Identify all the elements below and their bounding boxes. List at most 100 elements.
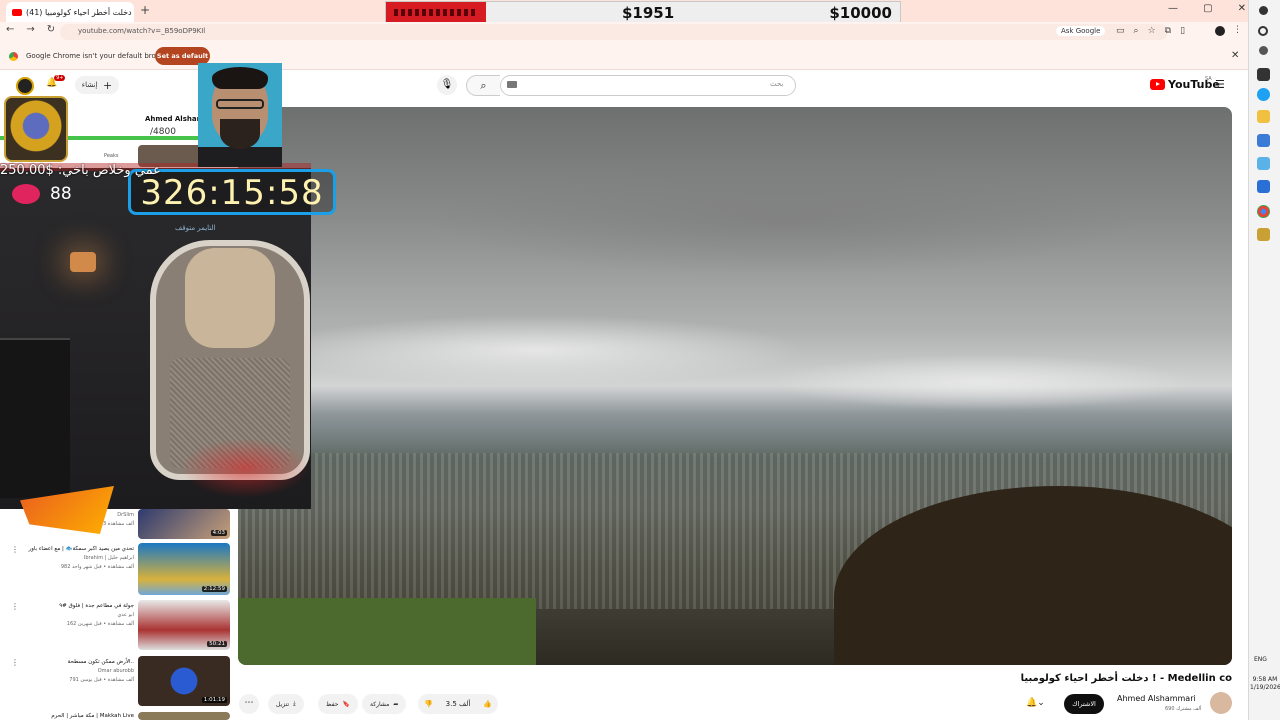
create-button[interactable]: إنشاء + [75, 76, 119, 94]
rec-title: تحدي مين يصيد اكبر سمكة🐟 | مع اعضاء باور [28, 546, 134, 552]
rec-duration: 2:12:59 [201, 586, 227, 592]
notification-count: 9+ [54, 75, 66, 81]
ask-google-button[interactable]: Ask Google [1056, 26, 1106, 36]
search-input[interactable] [500, 75, 796, 96]
rec-channel: Ibrahim | ابراهيم خليل [83, 555, 134, 561]
channel-name[interactable]: Ahmed Alshammari [1117, 694, 1196, 703]
new-tab-icon[interactable]: + [140, 3, 150, 17]
like-count: 3.5 ألف [445, 700, 471, 708]
create-label: إنشاء [81, 81, 98, 89]
video-frame-grass [238, 598, 537, 665]
download-icon: ⤓ [293, 700, 296, 707]
heart-rate-widget: 88 [12, 184, 72, 204]
windows-taskbar [1248, 0, 1280, 720]
share-label: مشاركة [370, 700, 390, 708]
list-item[interactable]: جولة في مطاعم جدة | فلوق #٩ ابو عدي 162 … [12, 602, 134, 629]
clock-time: 9:58 AM [1252, 676, 1278, 683]
maximize-icon[interactable]: ▢ [1203, 3, 1212, 14]
reload-icon[interactable]: ↻ [47, 24, 55, 35]
language-indicator[interactable]: ENG [1254, 656, 1267, 663]
rec-thumbnail[interactable] [138, 712, 230, 720]
sidebar-icon[interactable]: ▯ [1180, 26, 1185, 36]
cast-icon[interactable]: ▭ [1116, 26, 1125, 36]
rec-thumbnail[interactable]: 1:01:19 [138, 656, 230, 706]
streamer-webcam [198, 63, 282, 167]
room-shelf [0, 338, 70, 498]
rec-channel-peaks: Peaks [104, 153, 119, 159]
menu-icon[interactable]: ☰ [1215, 78, 1225, 91]
youtube-favicon-icon [12, 8, 22, 16]
like-icon[interactable]: 👍 [483, 700, 492, 708]
chrome-logo-icon [9, 52, 18, 61]
goal-target-amount: $10000 [829, 4, 892, 22]
infobar-close-icon[interactable]: ✕ [1231, 50, 1239, 61]
system-clock[interactable]: 9:58 AM 1/19/2026 [1250, 676, 1280, 692]
heart-pulse-icon [12, 184, 40, 204]
more-actions-icon[interactable]: ⋯ [239, 694, 259, 714]
chrome-menu-icon[interactable]: ⋮ [1233, 25, 1242, 35]
url-text[interactable]: youtube.com/watch?v=_B59oDP9KIl [78, 27, 205, 35]
heart-rate-value: 88 [50, 184, 72, 204]
rec-meta: 982 ألف مشاهدة • قبل شهر واحد [60, 564, 134, 570]
save-button[interactable]: حفظ 🔖 [318, 694, 358, 714]
address-bar[interactable] [60, 24, 1168, 40]
subscribe-button[interactable]: الاشتراك [1064, 694, 1104, 714]
list-item[interactable]: الأرض ممكن تكون مسطحة.. Omar aburobb 791… [12, 658, 134, 685]
save-label: حفظ [326, 700, 339, 708]
bookmark-star-icon[interactable]: ☆ [1148, 26, 1156, 36]
bookmark-icon: 🔖 [342, 700, 350, 708]
teams-icon[interactable] [1257, 134, 1270, 147]
plus-icon: + [102, 78, 113, 92]
rec-title: جولة في مطاعم جدة | فلوق #٩ [59, 603, 134, 609]
webcam-hair [212, 67, 268, 89]
keyboard-icon[interactable] [507, 81, 517, 88]
rec-thumbnail[interactable]: 50:21 [138, 600, 230, 650]
rec-meta: 162 ألف مشاهدة • قبل شهرين [66, 621, 134, 627]
zoom-icon[interactable]: ⌕ [1134, 26, 1139, 36]
donation-alert: 250.00$ :عمي وخلاص باخي [0, 163, 161, 178]
channel-avatar[interactable] [1210, 692, 1232, 714]
rec-thumbnail[interactable]: 2:12:59 [138, 543, 230, 595]
file-explorer-icon[interactable] [1257, 110, 1270, 123]
rec-thumbnail[interactable]: 4:03 [138, 509, 230, 539]
search-button[interactable]: ⌕ [466, 75, 500, 96]
webcam-beard [220, 119, 260, 149]
voice-search-button[interactable]: 🎙 [437, 75, 457, 95]
back-icon[interactable]: ← [6, 24, 14, 35]
extensions-icon[interactable]: ⧉ [1165, 26, 1171, 36]
account-avatar[interactable] [16, 77, 34, 95]
clock-date: 1/19/2026 [1250, 684, 1280, 691]
timer-status: التايمر متوقف [175, 224, 216, 232]
chrome-taskbar-icon[interactable] [1257, 205, 1270, 218]
video-player[interactable] [238, 107, 1232, 665]
search-taskbar-icon[interactable] [1258, 26, 1268, 36]
task-view-icon[interactable] [1259, 46, 1268, 55]
video-frame-sky [238, 107, 1232, 431]
download-button[interactable]: تنزيل ⤓ [268, 694, 304, 714]
rec-duration: 4:03 [210, 530, 227, 536]
share-button[interactable]: مشاركة ➦ [362, 694, 407, 714]
app-taskbar-icon[interactable] [1257, 228, 1270, 241]
video-title: دخلت أخطر احياء كولومبيا ! - Medellin co [1020, 673, 1232, 684]
edge-icon[interactable] [1257, 88, 1270, 101]
forward-icon[interactable]: → [26, 24, 34, 35]
streamer-camera-room [0, 168, 311, 509]
search-icon: ⌕ [480, 79, 487, 92]
profile-avatar[interactable] [1215, 26, 1225, 36]
navigation-buttons: ← → ↻ [6, 24, 55, 35]
start-icon[interactable] [1259, 6, 1268, 15]
close-window-icon[interactable]: ✕ [1238, 3, 1246, 14]
chair-headrest [185, 248, 275, 348]
outlook-icon[interactable] [1257, 180, 1270, 193]
dislike-icon[interactable]: 👎 [424, 700, 433, 708]
webcam-glasses [216, 99, 264, 109]
donation-goal-banner: $1951 $10000 [385, 1, 901, 24]
browser-tab[interactable]: (41) دخلت أخطر احياء كولومبيا ! ✕ [6, 2, 134, 22]
notifications-button[interactable]: 🔔 9+ [46, 75, 71, 88]
widgets-icon[interactable] [1257, 68, 1270, 81]
subscription-bell-icon[interactable]: 🔔⌄ [1026, 698, 1045, 708]
store-icon[interactable] [1257, 157, 1270, 170]
list-item[interactable]: تحدي مين يصيد اكبر سمكة🐟 | مع اعضاء باور… [12, 545, 134, 572]
toolbar-icons: ▭ ⌕ ☆ ⧉ ▯ [1116, 26, 1185, 36]
minimize-icon[interactable]: — [1168, 3, 1178, 14]
